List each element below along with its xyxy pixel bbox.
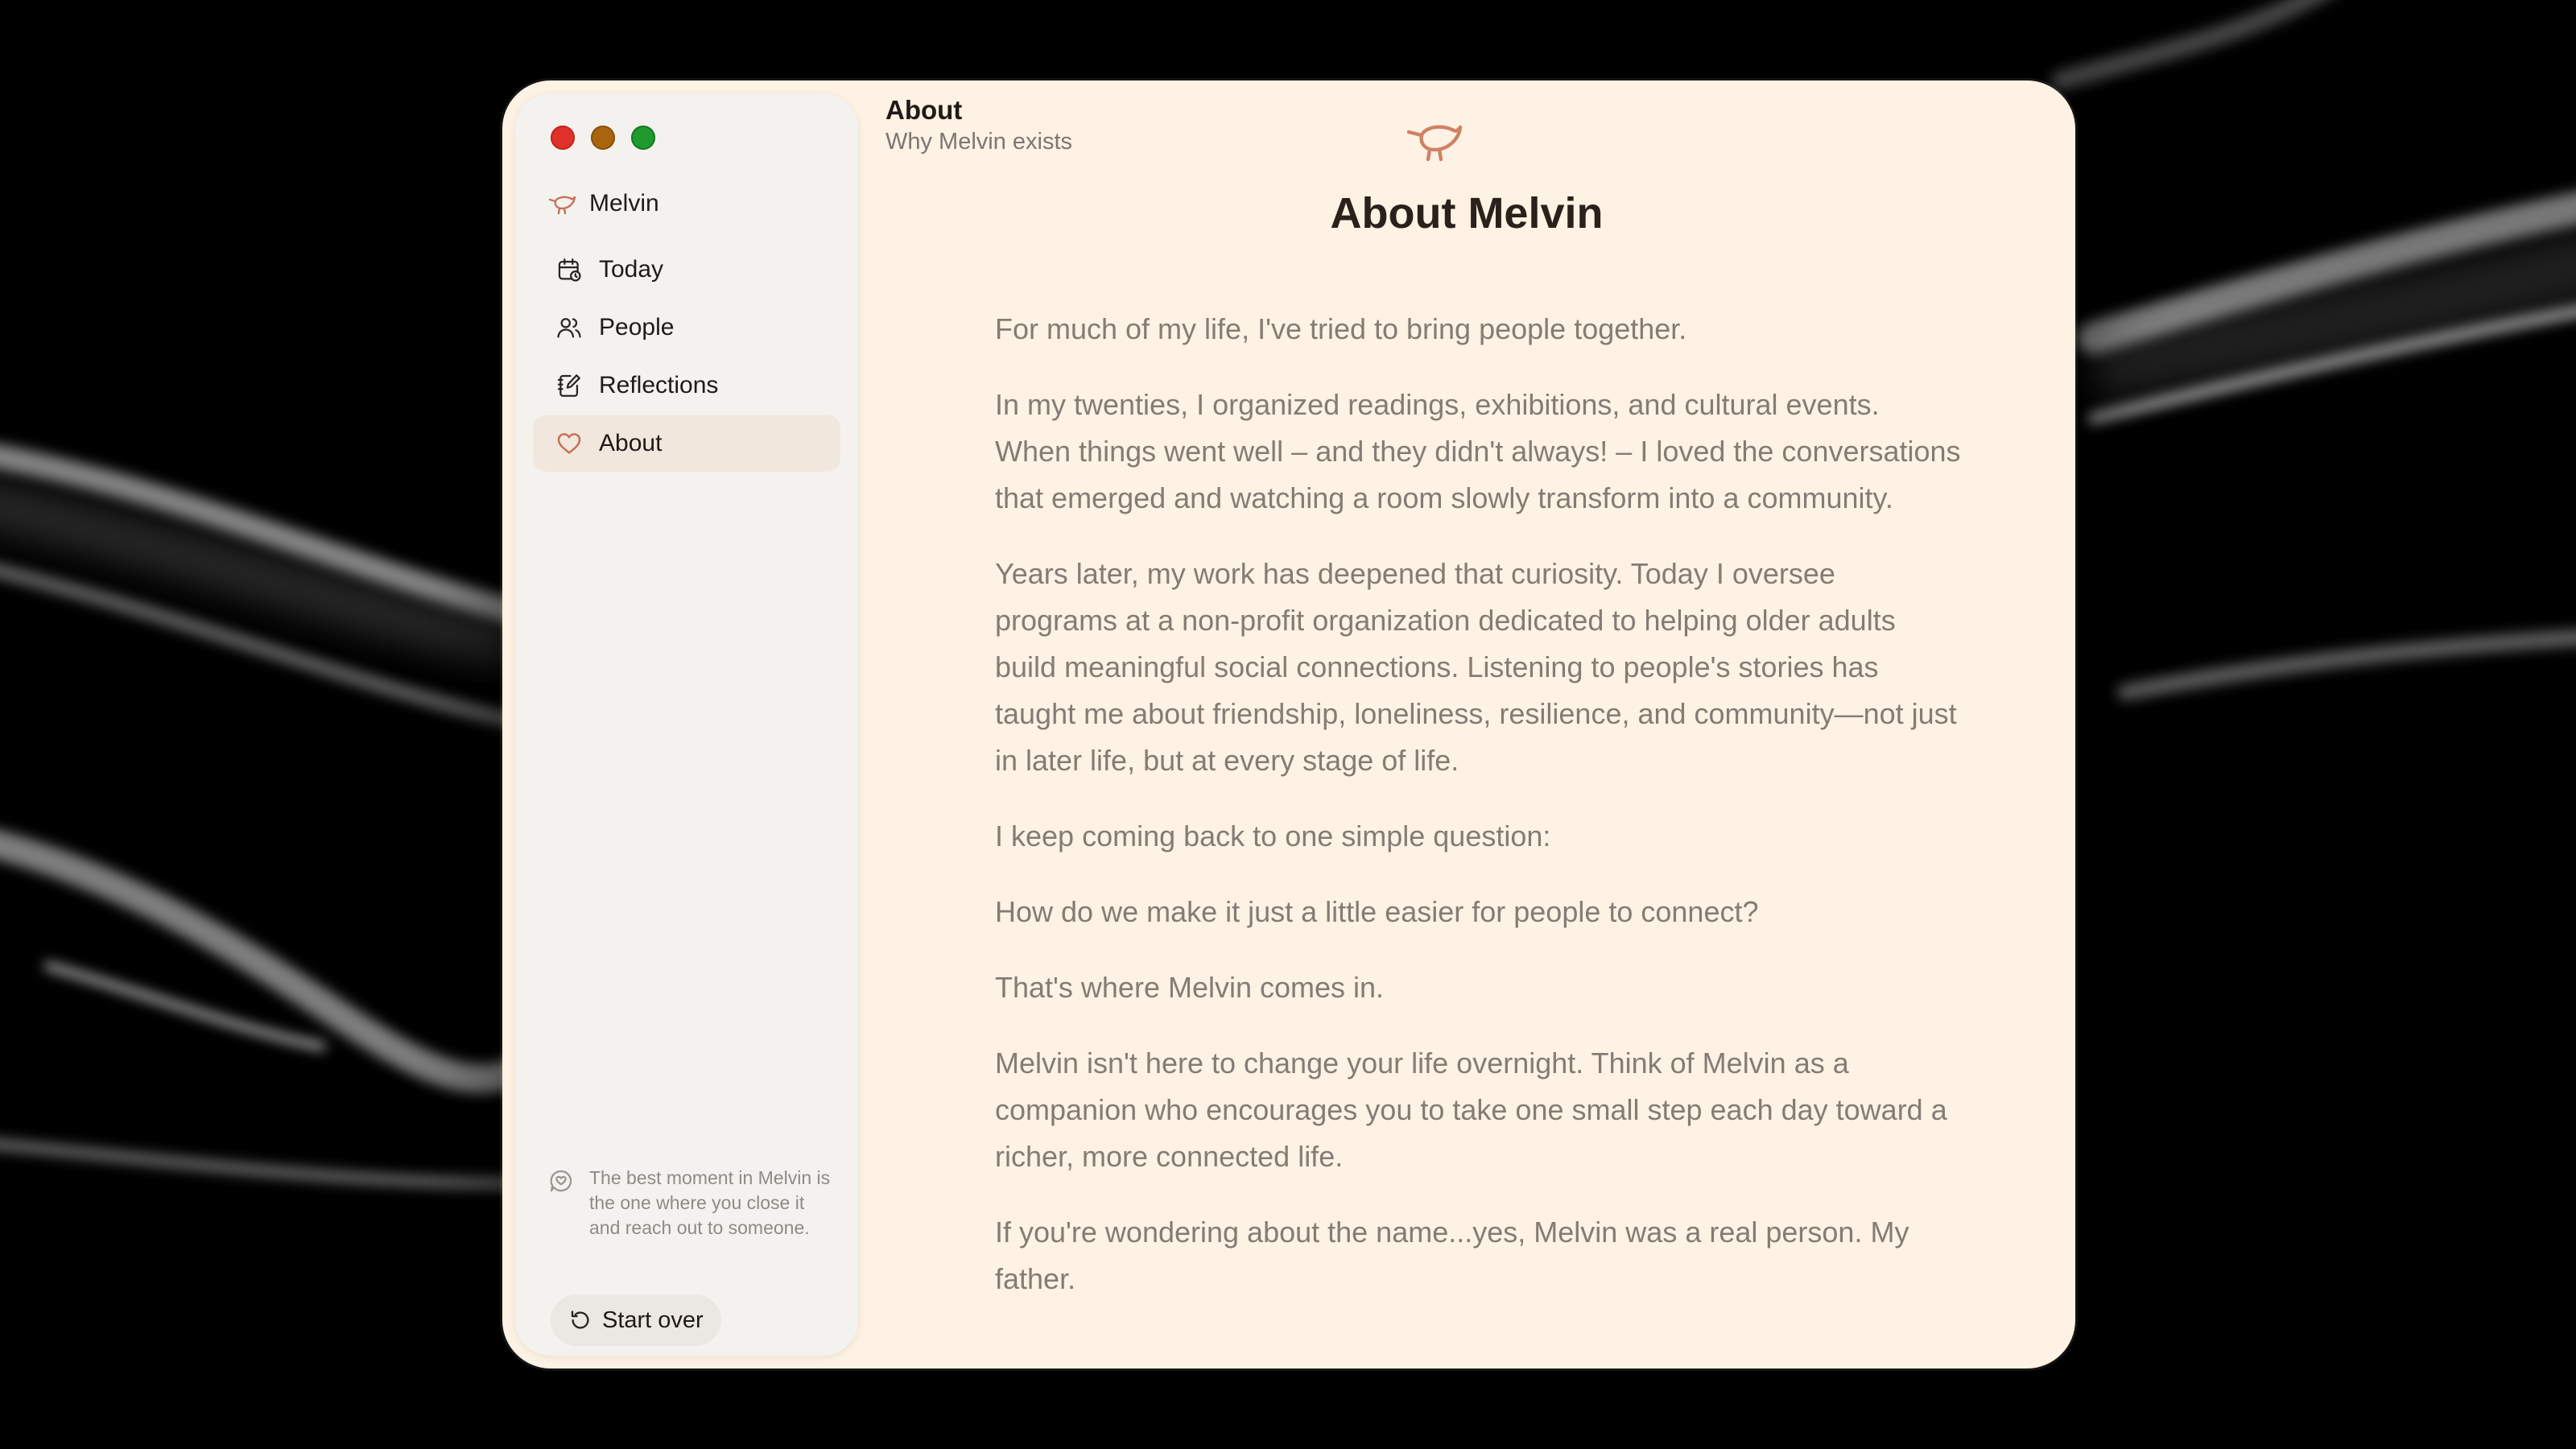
- page-title: About Melvin: [1330, 189, 1604, 237]
- paragraph: For much of my life, I've tried to bring…: [995, 312, 1687, 345]
- sidebar-item-today[interactable]: Today: [533, 242, 840, 298]
- close-window-button[interactable]: [551, 126, 575, 150]
- sidebar-item-people[interactable]: People: [533, 299, 840, 356]
- minimize-window-button[interactable]: [591, 126, 615, 150]
- paragraph: How do we make it just a little easier f…: [995, 895, 1759, 928]
- journal-edit-icon: [557, 374, 580, 397]
- sidebar-item-label: About: [599, 430, 663, 456]
- sidebar-item-label: Reflections: [599, 372, 719, 398]
- sidebar: Melvin Today People Reflections About Th…: [515, 93, 858, 1356]
- app-name: Melvin: [589, 190, 659, 217]
- sidebar-nav: Today People Reflections About: [533, 242, 840, 473]
- app-brand: Melvin: [547, 190, 659, 217]
- sidebar-tip: The best moment in Melvin is the one whe…: [547, 1166, 837, 1241]
- paragraph: In my twenties, I organized readings, ex…: [995, 388, 1961, 514]
- paragraph: I keep coming back to one simple questio…: [995, 819, 1551, 852]
- calendar-icon: [558, 258, 581, 282]
- heart-icon: [557, 433, 581, 454]
- window-controls: [551, 126, 655, 150]
- bird-mascot-icon: [1406, 125, 1463, 162]
- paragraph: Years later, my work has deepened that c…: [995, 557, 1957, 777]
- sidebar-item-reflections[interactable]: Reflections: [533, 357, 840, 414]
- header-subtitle: Why Melvin exists: [886, 129, 1073, 155]
- app-window: Melvin Today People Reflections About Th…: [502, 80, 2075, 1368]
- start-over-label: Start over: [602, 1307, 704, 1333]
- maximize-window-button[interactable]: [631, 126, 655, 150]
- paragraph: Melvin isn't here to change your life ov…: [995, 1046, 1947, 1173]
- header-title: About: [886, 95, 963, 125]
- sidebar-item-label: Today: [599, 256, 664, 283]
- main-content: About Why Melvin exists About Melvin For…: [858, 80, 2075, 1368]
- reset-icon: [571, 1311, 589, 1329]
- sidebar-item-label: People: [599, 314, 675, 341]
- chat-heart-icon: [550, 1170, 572, 1192]
- sidebar-item-about[interactable]: About: [533, 415, 840, 472]
- tip-text: The best moment in Melvin is the one whe…: [589, 1167, 831, 1238]
- bird-logo-icon: [548, 196, 576, 215]
- people-icon: [557, 318, 581, 338]
- start-over-button[interactable]: Start over: [551, 1294, 721, 1346]
- paragraph: If you're wondering about the name...yes…: [995, 1216, 1909, 1295]
- paragraph: That's where Melvin comes in.: [995, 971, 1385, 1004]
- about-text: For much of my life, I've tried to bring…: [995, 306, 1961, 1331]
